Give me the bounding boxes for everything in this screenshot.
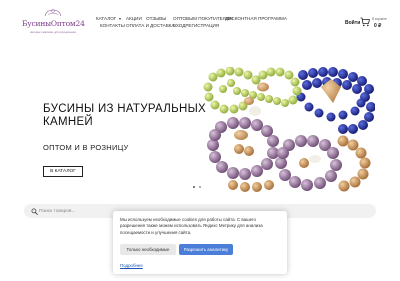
cookie-more-link[interactable]: Подробнее <box>120 263 143 268</box>
cart-icon[interactable] <box>360 17 370 27</box>
nav-discount[interactable]: Дисконтная программа <box>225 16 287 21</box>
nav-sales[interactable]: Акции <box>126 16 142 21</box>
nav-payment-delivery[interactable]: Оплата и доставка <box>126 23 175 28</box>
chevron-down-icon <box>119 17 122 20</box>
hero-title: Бусины из натуральных камней <box>43 103 207 128</box>
cart-sum: 0 ₽ <box>374 23 382 29</box>
logo-subtitle: интернет-магазин для рукодельниц <box>30 30 76 34</box>
allow-analytics-button[interactable]: Разрешить аналитику <box>179 244 233 255</box>
nav-reviews[interactable]: Отзывы <box>146 16 166 21</box>
logo-ornament-icon <box>44 9 62 17</box>
slider-dot-2[interactable] <box>199 186 201 188</box>
site-logo[interactable]: БусиныОптом24 интернет-магазин для рукод… <box>22 9 85 41</box>
nav-contacts[interactable]: Контакты <box>100 23 125 28</box>
cookie-text: Мы используем необходимые cookies для ра… <box>120 217 263 235</box>
beads-image <box>203 67 375 193</box>
login-link[interactable]: Войти <box>345 20 360 26</box>
catalog-button[interactable]: В каталог <box>43 166 83 177</box>
logo-title: БусиныОптом24 <box>22 19 85 28</box>
search-input[interactable]: Поиск товаров... <box>39 209 75 214</box>
nav-wholesale[interactable]: Оптовым покупателям <box>173 16 233 21</box>
nav-catalog[interactable]: Каталог <box>96 16 122 21</box>
search-icon <box>31 208 38 215</box>
cart-label: В корзине <box>372 17 387 21</box>
nav-registration[interactable]: Входрегистрация <box>173 23 219 28</box>
slider-dot-1[interactable] <box>193 186 195 188</box>
cookie-dialog: Мы используем необходимые cookies для ра… <box>113 211 287 274</box>
site-header: БусиныОптом24 интернет-магазин для рукод… <box>0 0 400 46</box>
nav-catalog-label: Каталог <box>96 16 117 21</box>
hero-subtitle: Оптом и в розницу <box>43 143 129 152</box>
necessary-only-button[interactable]: Только необходимые <box>120 244 176 255</box>
